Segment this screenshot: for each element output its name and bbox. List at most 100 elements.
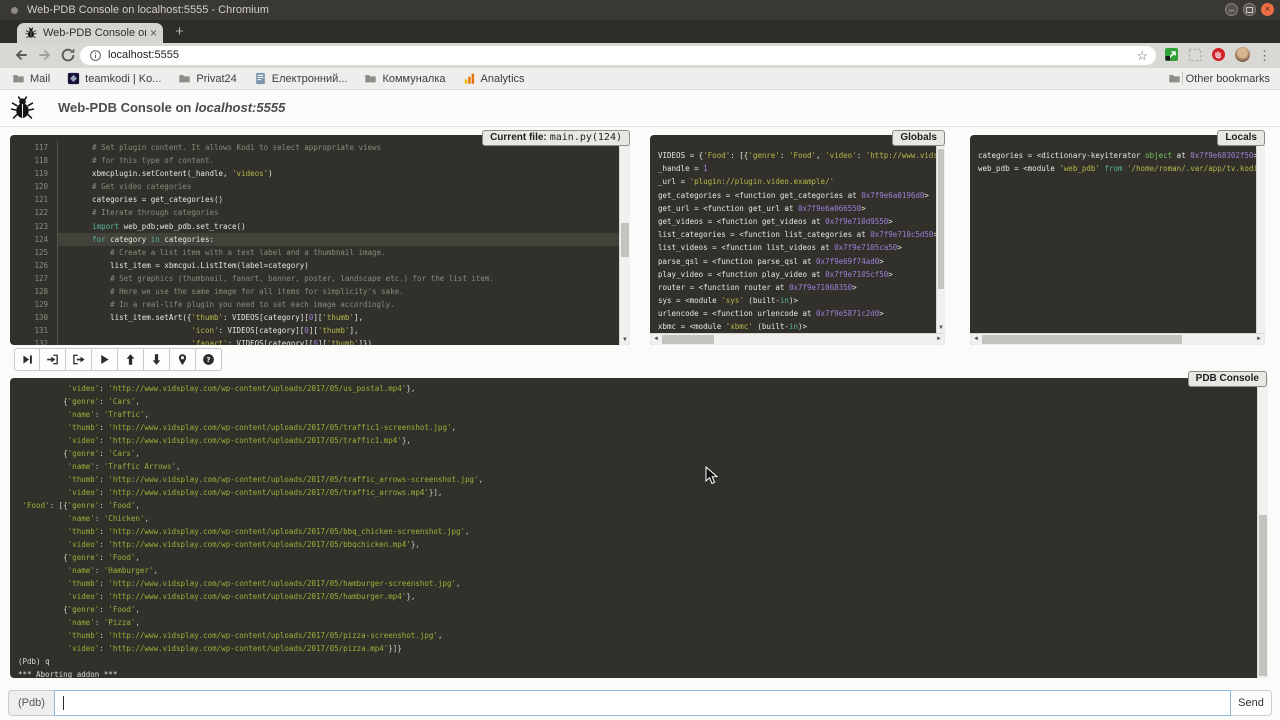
close-button[interactable]: ×: [1261, 3, 1274, 16]
bookmark-item[interactable]: Електронний...: [254, 72, 348, 85]
extension-green-icon[interactable]: [1164, 47, 1179, 62]
scroll-right-icon[interactable]: ►: [1256, 336, 1262, 342]
globals-line: play_video = <function play_video at 0x7…: [658, 268, 936, 281]
scroll-down-icon[interactable]: ▼: [937, 324, 945, 332]
line-number: 119: [10, 167, 58, 180]
folder-icon: [12, 72, 25, 85]
console-scroll-thumb[interactable]: [1259, 515, 1267, 676]
line-number: 124: [10, 233, 58, 246]
bug-favicon-icon: [25, 27, 37, 39]
code-lines: 117 # Set plugin content. It allows Kodi…: [10, 135, 619, 345]
extension-dashed-icon[interactable]: [1188, 48, 1202, 62]
console-vertical-scrollbar[interactable]: [1257, 378, 1268, 678]
bookmark-item[interactable]: Analytics: [463, 72, 525, 85]
reload-icon[interactable]: [59, 46, 77, 64]
globals-line: urlencode = <function urlencode at 0x7f9…: [658, 307, 936, 320]
down-button[interactable]: [144, 348, 170, 371]
tab-title: Web-PDB Console on loca: [43, 27, 146, 39]
info-icon[interactable]: [89, 49, 102, 62]
code-vertical-scrollbar[interactable]: ▲ ▼: [619, 135, 630, 345]
back-icon[interactable]: [12, 46, 30, 64]
page-title: Web-PDB Console on localhost:5555: [58, 100, 285, 115]
address-bar[interactable]: localhost:5555 ☆: [80, 46, 1156, 65]
scroll-down-icon[interactable]: ▼: [620, 336, 630, 344]
code-line: 122 # Iterate through categories: [10, 206, 619, 219]
code-scroll-thumb[interactable]: [621, 223, 629, 257]
folder-icon: [1168, 72, 1181, 85]
play-icon: [98, 353, 111, 366]
send-button[interactable]: Send: [1230, 690, 1272, 716]
line-number: 118: [10, 154, 58, 167]
locals-hscroll-thumb[interactable]: [982, 335, 1182, 344]
globals-lines: VIDEOS = {'Food': [{'genre': 'Food', 'vi…: [650, 135, 936, 333]
locals-vertical-scrollbar[interactable]: [1256, 135, 1265, 333]
code-line-current: 124 for category in categories:: [10, 233, 619, 246]
bookmark-item[interactable]: teamkodi | Ko...: [67, 72, 161, 85]
console-line: 'video': 'http://www.vidsplay.com/wp-con…: [18, 642, 1257, 655]
globals-line: xbmc = <module 'xbmc' (built-in)>: [658, 320, 936, 333]
line-number: 128: [10, 285, 58, 298]
globals-line: _handle = 1: [658, 162, 936, 175]
line-number: 127: [10, 272, 58, 285]
scroll-right-icon[interactable]: ►: [936, 336, 942, 342]
globals-vscroll-thumb[interactable]: [938, 149, 944, 289]
step-into-icon: [46, 353, 59, 366]
console-line: *** Aborting addon ***: [18, 668, 1257, 678]
avatar[interactable]: [1235, 47, 1250, 62]
globals-line: sys = <module 'sys' (built-in)>: [658, 294, 936, 307]
bookmark-item[interactable]: Коммуналка: [364, 72, 445, 85]
locals-label: Locals: [1217, 130, 1265, 146]
globals-horizontal-scrollbar[interactable]: ◄ ►: [650, 333, 945, 345]
pdb-command-input[interactable]: [54, 690, 1231, 716]
bookmark-label: teamkodi | Ko...: [85, 73, 161, 85]
console-line: 'video': 'http://www.vidsplay.com/wp-con…: [18, 486, 1257, 499]
browser-menu-icon[interactable]: ⋮: [1258, 46, 1271, 65]
next-button[interactable]: [14, 348, 40, 371]
help-button[interactable]: ?: [196, 348, 222, 371]
up-button[interactable]: [118, 348, 144, 371]
return-button[interactable]: [66, 348, 92, 371]
code-line: 127 # Set graphics (thumbnail, fanart, b…: [10, 272, 619, 285]
where-button[interactable]: [170, 348, 196, 371]
line-number: 125: [10, 246, 58, 259]
console-line: {'genre': 'Food',: [18, 551, 1257, 564]
console-line: 'name': 'Chicken',: [18, 512, 1257, 525]
step-button[interactable]: [40, 348, 66, 371]
console-output: 'video': 'http://www.vidsplay.com/wp-con…: [10, 378, 1257, 678]
other-bookmarks-button[interactable]: Other bookmarks: [1168, 68, 1270, 89]
console-line: {'genre': 'Food',: [18, 603, 1257, 616]
bookmark-label: Analytics: [481, 73, 525, 85]
tab-close-icon[interactable]: ×: [146, 26, 157, 40]
bookmark-star-icon[interactable]: ☆: [1136, 46, 1148, 65]
continue-button[interactable]: [92, 348, 118, 371]
globals-line: get_categories = <function get_categorie…: [658, 189, 936, 202]
extension-red-icon[interactable]: [1211, 47, 1226, 62]
screen: Web-PDB Console on localhost:5555 - Chro…: [0, 0, 1280, 720]
browser-tab[interactable]: Web-PDB Console on loca ×: [17, 23, 163, 43]
scroll-left-icon[interactable]: ◄: [973, 336, 979, 342]
bookmark-label: Mail: [30, 73, 50, 85]
command-bar: (Pdb) Send: [8, 690, 1272, 716]
globals-hscroll-thumb[interactable]: [662, 335, 714, 344]
maximize-button[interactable]: [1243, 3, 1256, 16]
forward-icon[interactable]: [36, 46, 54, 64]
code-line: 118 # for this type of content.: [10, 154, 619, 167]
help-icon: ?: [202, 353, 215, 366]
arrow-down-icon: [150, 353, 163, 366]
pdb-prompt-label: (Pdb): [8, 690, 54, 716]
new-tab-button[interactable]: +: [172, 25, 187, 40]
line-number: 130: [10, 311, 58, 324]
minimize-button[interactable]: –: [1225, 3, 1238, 16]
locals-horizontal-scrollbar[interactable]: ◄ ►: [970, 333, 1265, 345]
line-number: 117: [10, 141, 58, 154]
tab-strip: Web-PDB Console on loca × +: [0, 20, 1280, 43]
bookmark-item[interactable]: Privat24: [178, 72, 236, 85]
url-text[interactable]: localhost:5555: [108, 46, 179, 65]
globals-line: list_categories = <function list_categor…: [658, 228, 936, 241]
code-line: 128 # Here we use the same image for all…: [10, 285, 619, 298]
bookmark-item[interactable]: Mail: [12, 72, 50, 85]
code-panel: Current file:main.py(124) 117 # Set plug…: [10, 135, 630, 345]
globals-vertical-scrollbar[interactable]: ▼: [936, 135, 945, 333]
scroll-left-icon[interactable]: ◄: [653, 336, 659, 342]
window-titlebar: Web-PDB Console on localhost:5555 - Chro…: [0, 0, 1280, 20]
